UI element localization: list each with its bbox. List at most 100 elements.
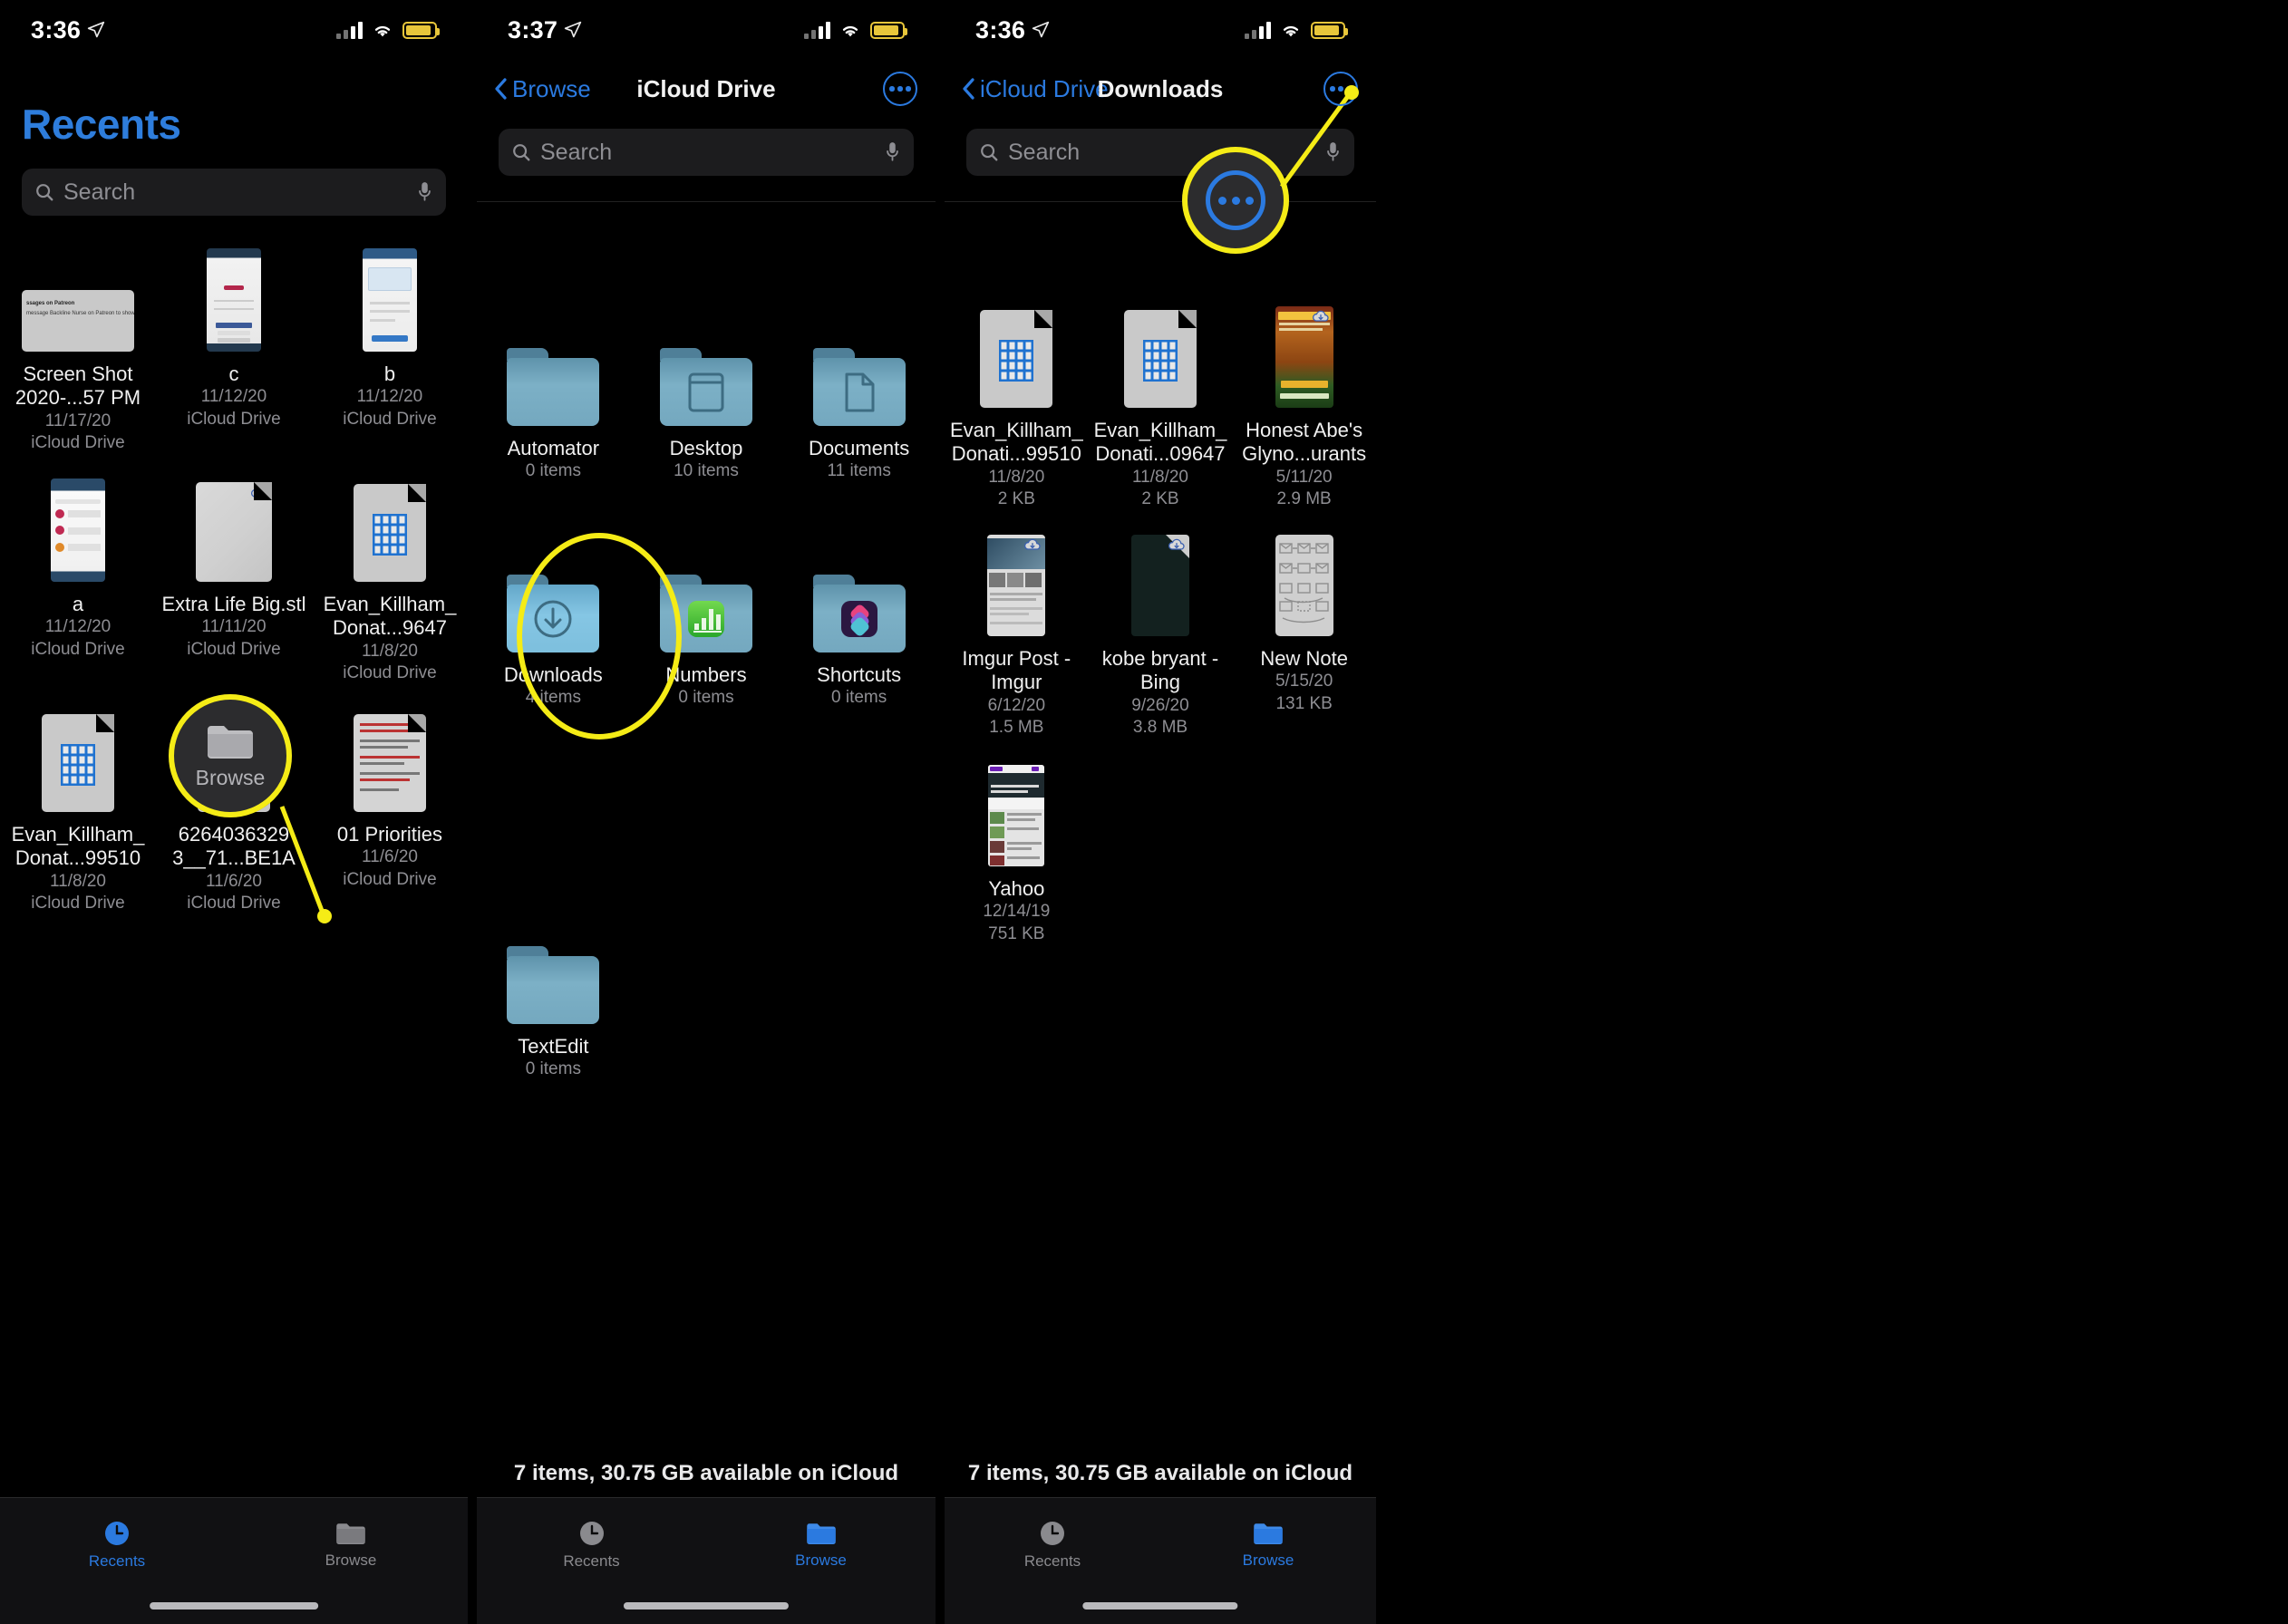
folder-name: Documents [809, 437, 910, 459]
file-name: 01 Priorities [336, 823, 443, 846]
file-size: 751 KB [988, 924, 1045, 944]
web-page-thumbnail [987, 518, 1046, 636]
clock-icon [105, 1522, 129, 1545]
nav-separator [477, 201, 936, 202]
folder-plain-icon [507, 906, 600, 1024]
tab-recents[interactable]: Recents [945, 1498, 1160, 1592]
tab-browse[interactable]: Browse [706, 1498, 936, 1592]
file-name: Screen Shot 2020-...57 PM [15, 362, 141, 410]
tab-browse[interactable]: Browse [234, 1498, 468, 1592]
nav-bar-3: iCloud Drive Downloads [945, 60, 1376, 118]
back-button-label: Browse [512, 74, 591, 102]
file-item[interactable]: Evan_Killham_ Donat...99510 11/8/20 iClo… [0, 694, 156, 915]
tab-bar-1: Recents Browse [0, 1497, 468, 1624]
file-item[interactable]: b 11/12/20 iCloud Drive [312, 234, 468, 455]
folder-item-count: 0 items [678, 688, 734, 708]
folder-grid-row-1: Automator 0 items Desktop 10 items Docum… [477, 308, 936, 483]
file-item[interactable]: ssages on Patreon message Backline Nurse… [0, 234, 156, 455]
yahoo-page-thumbnail [988, 749, 1045, 866]
folder-icon [336, 1523, 365, 1544]
microphone-icon[interactable] [1324, 140, 1342, 164]
file-date: 11/12/20 [200, 387, 267, 407]
file-item[interactable]: Extra Life Big.stl 11/11/20 iCloud Drive [156, 464, 312, 685]
status-time-label: 3:37 [508, 15, 558, 44]
search-input[interactable]: Search [966, 129, 1354, 176]
phone-screen-icloud-drive: 3:37 Browse iCloud Drive Search Automato… [477, 0, 936, 1624]
search-input[interactable]: Search [22, 169, 446, 216]
file-item[interactable]: a 11/12/20 iCloud Drive [0, 464, 156, 685]
folder-item[interactable]: Documents 11 items [782, 308, 936, 483]
downloads-grid-row-1: Evan_Killham_ Donati...99510 11/8/20 2 K… [945, 290, 1376, 511]
file-item[interactable]: c 11/12/20 iCloud Drive [156, 234, 312, 455]
file-location: iCloud Drive [31, 894, 125, 914]
status-bar-1: 3:36 [0, 0, 468, 60]
file-location: iCloud Drive [187, 640, 281, 660]
file-item[interactable]: Honest Abe's Glyno...urants 5/11/20 2.9 … [1232, 290, 1376, 511]
nav-bar-2: Browse iCloud Drive [477, 60, 936, 118]
cellular-bars-icon [336, 21, 363, 39]
file-name: Evan_Killham_ Donati...99510 [949, 419, 1083, 466]
recents-grid-row-1: ssages on Patreon message Backline Nurse… [0, 234, 468, 455]
wifi-icon [1283, 25, 1299, 36]
numbers-document-thumbnail [41, 694, 114, 812]
panel-divider [936, 0, 945, 1624]
back-button[interactable]: Browse [495, 75, 591, 103]
file-item[interactable]: Evan_Killham_ Donat...9647 11/8/20 iClou… [312, 464, 468, 685]
file-date: 9/26/20 [1131, 695, 1189, 715]
file-name: New Note [1260, 647, 1348, 670]
folder-item[interactable]: Downloads 4 items [477, 535, 630, 710]
file-location: iCloud Drive [31, 640, 125, 660]
cellular-bars-icon [804, 21, 830, 39]
callout-browse-label: Browse [195, 765, 266, 789]
shortcuts-app-icon [840, 600, 877, 637]
file-item[interactable]: Imgur Post - Imgur 6/12/20 1.5 MB [945, 518, 1089, 740]
search-placeholder: Search [540, 139, 613, 165]
callout-browse-magnified[interactable]: Browse [169, 694, 292, 817]
text-document-thumbnail [353, 694, 426, 812]
folder-name: Automator [507, 437, 600, 459]
back-button[interactable]: iCloud Drive [963, 75, 1109, 103]
folder-item[interactable]: Shortcuts 0 items [782, 535, 936, 710]
file-item[interactable]: kobe bryant - Bing 9/26/20 3.8 MB [1089, 518, 1233, 740]
thumb-preview-line-2: message Backline Nurse on Patreon to sho… [25, 311, 134, 316]
file-name: c [228, 362, 239, 385]
folder-item-count: 11 items [827, 461, 891, 481]
status-icons-3 [1245, 21, 1348, 39]
file-date: 11/8/20 [1131, 467, 1188, 487]
folder-name: Desktop [669, 437, 743, 459]
folder-item[interactable]: TextEdit 0 items [477, 906, 630, 1081]
folder-item-count: 0 items [831, 688, 887, 708]
more-button[interactable] [883, 72, 917, 106]
folder-item[interactable]: Numbers 0 items [630, 535, 783, 710]
tab-recents-label: Recents [1023, 1552, 1081, 1570]
tab-browse[interactable]: Browse [1160, 1498, 1376, 1592]
file-item[interactable]: Yahoo 12/14/19 751 KB [945, 749, 1089, 946]
callout-more-magnified[interactable] [1182, 147, 1289, 254]
microphone-icon[interactable] [884, 140, 901, 164]
file-item-empty [1232, 749, 1376, 946]
file-date: 5/15/20 [1275, 672, 1333, 691]
tab-recents[interactable]: Recents [0, 1498, 234, 1592]
status-time-label: 3:36 [975, 15, 1026, 44]
chevron-left-icon [495, 78, 507, 100]
tab-recents[interactable]: Recents [477, 1498, 706, 1592]
folder-icon [208, 725, 253, 759]
microphone-icon[interactable] [416, 180, 433, 204]
file-item[interactable]: Evan_Killham_ Donati...09647 11/8/20 2 K… [1089, 290, 1233, 511]
folder-item[interactable]: Desktop 10 items [630, 308, 783, 483]
search-input[interactable]: Search [499, 129, 914, 176]
panel-divider [468, 0, 477, 1624]
file-name: Evan_Killham_ Donati...09647 [1093, 419, 1227, 466]
file-name: kobe bryant - Bing [1101, 647, 1219, 694]
callout-leader-dot [317, 909, 332, 923]
folder-item-count: 4 items [525, 688, 581, 708]
file-date: 12/14/19 [983, 902, 1051, 922]
file-name: a [72, 593, 84, 615]
file-location: iCloud Drive [187, 410, 281, 430]
search-icon [513, 144, 530, 161]
folder-item[interactable]: Automator 0 items [477, 308, 630, 483]
search-placeholder: Search [63, 179, 136, 205]
file-item[interactable]: 01 Priorities 11/6/20 iCloud Drive [312, 694, 468, 915]
file-item[interactable]: Evan_Killham_ Donati...99510 11/8/20 2 K… [945, 290, 1089, 511]
file-item[interactable]: New Note 5/15/20 131 KB [1232, 518, 1376, 740]
